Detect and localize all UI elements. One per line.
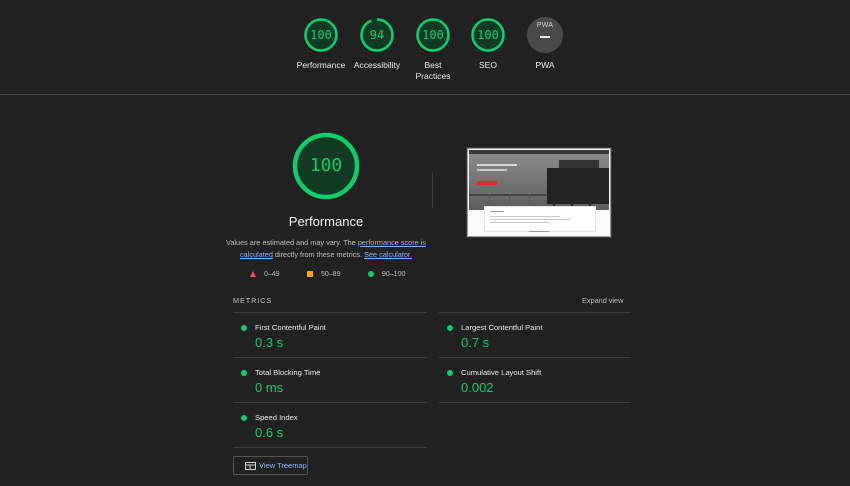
performance-note: Values are estimated and may vary. The p…: [226, 237, 426, 261]
final-screenshot-thumbnail[interactable]: [467, 148, 611, 237]
seo-ring: 100: [470, 17, 506, 53]
metric-value: 0.7 s: [461, 335, 490, 350]
section-divider: [432, 172, 433, 208]
best-practices-score: 100: [422, 28, 444, 42]
metric-name: Cumulative Layout Shift: [461, 368, 542, 377]
accessibility-ring: 94: [359, 17, 395, 53]
pwa-badge-icon: PWA: [527, 17, 563, 53]
fail-triangle-icon: [250, 271, 256, 278]
best-practices-ring: 100: [415, 17, 451, 53]
pass-circle-icon: [368, 271, 374, 278]
pwa-badge-text: PWA: [536, 22, 554, 29]
metrics-divider: [233, 447, 427, 448]
pass-circle-icon: [241, 325, 247, 331]
legend-pass: 90–100: [368, 270, 405, 280]
legend-fail: 0–49: [250, 270, 280, 280]
best-practices-label-line2: Practices: [415, 71, 451, 81]
pass-circle-icon: [241, 415, 247, 421]
seo-score: 100: [477, 28, 499, 42]
metric-value: 0 ms: [255, 380, 284, 395]
metric-name: Speed Index: [255, 413, 298, 422]
metrics-divider: [233, 402, 427, 403]
view-treemap-label: View Treemap: [259, 461, 307, 470]
thumbnail-hero-image: [469, 150, 609, 210]
metric-value: 0.002: [461, 380, 494, 395]
metric-name: First Contentful Paint: [255, 323, 326, 332]
metric-value: 0.3 s: [255, 335, 284, 350]
performance-gauge-large: 100: [291, 131, 361, 201]
best-practices-label-line1: Best: [424, 60, 442, 70]
gauge-pwa[interactable]: PWA PWA: [508, 17, 582, 71]
legend-average: 50–89: [307, 270, 340, 280]
metrics-divider: [233, 312, 427, 313]
legend-pass-range: 90–100: [382, 271, 406, 278]
legend-average-range: 50–89: [321, 271, 341, 278]
view-treemap-button[interactable]: View Treemap: [233, 456, 308, 475]
metrics-divider: [439, 357, 631, 358]
note-text-2: directly from these metrics.: [272, 250, 365, 259]
performance-score-large: 100: [309, 155, 343, 176]
see-calculator-link[interactable]: See calculator.: [364, 250, 412, 259]
metric-value: 0.6 s: [255, 425, 284, 440]
metric-total-blocking-time[interactable]: Total Blocking Time 0 ms: [233, 360, 423, 404]
metric-cumulative-layout-shift[interactable]: Cumulative Layout Shift 0.002: [439, 360, 629, 404]
metric-name: Total Blocking Time: [255, 368, 321, 377]
metric-name: Largest Contentful Paint: [461, 323, 543, 332]
expand-view-toggle[interactable]: Expand view: [582, 296, 623, 305]
pass-circle-icon: [447, 370, 453, 376]
metrics-divider: [439, 312, 631, 313]
pass-circle-icon: [241, 370, 247, 376]
metric-largest-contentful-paint[interactable]: Largest Contentful Paint 0.7 s: [439, 315, 629, 359]
performance-ring: 100: [303, 17, 339, 53]
legend-fail-range: 0–49: [264, 271, 280, 278]
metric-speed-index[interactable]: Speed Index 0.6 s: [233, 405, 423, 449]
pass-circle-icon: [447, 325, 453, 331]
pwa-dash-icon: [540, 36, 550, 38]
pwa-label: PWA: [535, 60, 555, 70]
metric-first-contentful-paint[interactable]: First Contentful Paint 0.3 s: [233, 315, 423, 359]
thumbnail-footer-line: [529, 231, 549, 232]
treemap-icon: [245, 462, 256, 470]
accessibility-score: 94: [369, 28, 385, 42]
note-text-1: Values are estimated and may vary. The: [226, 238, 358, 247]
metrics-divider: [439, 402, 631, 403]
metrics-heading: METRICS: [233, 296, 273, 305]
thumbnail-nav-bar: [469, 150, 609, 154]
score-summary-bar: 100 Performance 94 Accessibility 100 Bes…: [0, 0, 850, 95]
performance-title: Performance: [288, 214, 364, 229]
metrics-divider: [233, 357, 427, 358]
thumbnail-content-card: [484, 206, 596, 232]
performance-score: 100: [310, 28, 332, 42]
average-square-icon: [307, 271, 313, 278]
